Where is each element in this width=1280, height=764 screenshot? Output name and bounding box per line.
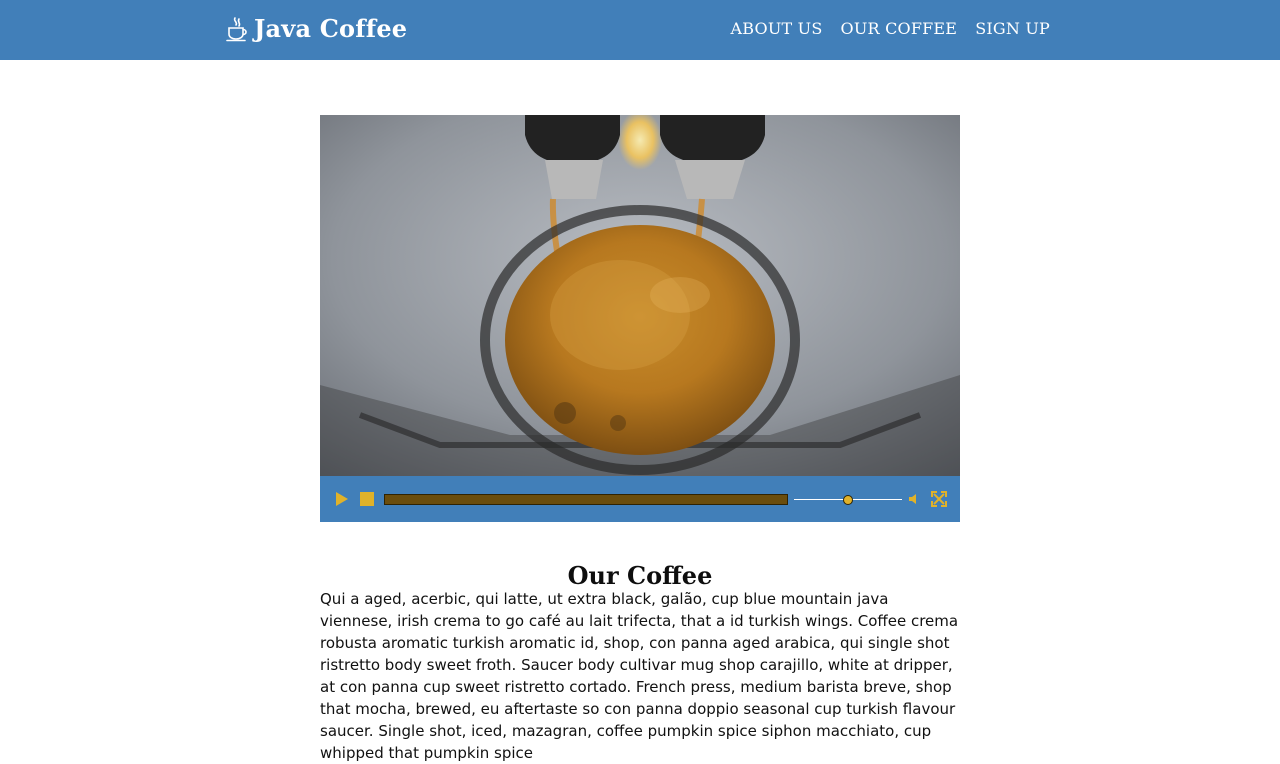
fullscreen-icon[interactable] xyxy=(931,491,947,507)
play-icon[interactable] xyxy=(334,491,350,507)
brand-name: Java Coffee xyxy=(254,14,408,43)
volume-knob[interactable] xyxy=(843,495,853,505)
video-player xyxy=(320,115,960,522)
top-navigation-bar: Java Coffee ABOUT US OUR COFFEE SIGN UP xyxy=(0,0,1280,60)
stop-icon[interactable] xyxy=(359,491,375,507)
nav-link-sign-up[interactable]: SIGN UP xyxy=(975,19,1050,39)
nav-link-about-us[interactable]: ABOUT US xyxy=(731,19,823,39)
nav-link-our-coffee[interactable]: OUR COFFEE xyxy=(841,19,958,39)
video-controls xyxy=(320,476,960,522)
video-progress-track xyxy=(384,494,788,505)
main-nav: ABOUT US OUR COFFEE SIGN UP xyxy=(731,19,1050,39)
espresso-video-still xyxy=(320,115,960,476)
video-frame[interactable] xyxy=(320,115,960,476)
brand-logo[interactable]: Java Coffee xyxy=(226,15,407,43)
section-title: Our Coffee xyxy=(567,560,713,590)
section-body: Qui a aged, acerbic, qui latte, ut extra… xyxy=(320,590,959,762)
volume-icon[interactable] xyxy=(908,492,922,506)
video-progress[interactable] xyxy=(384,494,788,505)
volume-slider[interactable] xyxy=(794,495,902,505)
coffee-cup-icon xyxy=(226,17,247,42)
